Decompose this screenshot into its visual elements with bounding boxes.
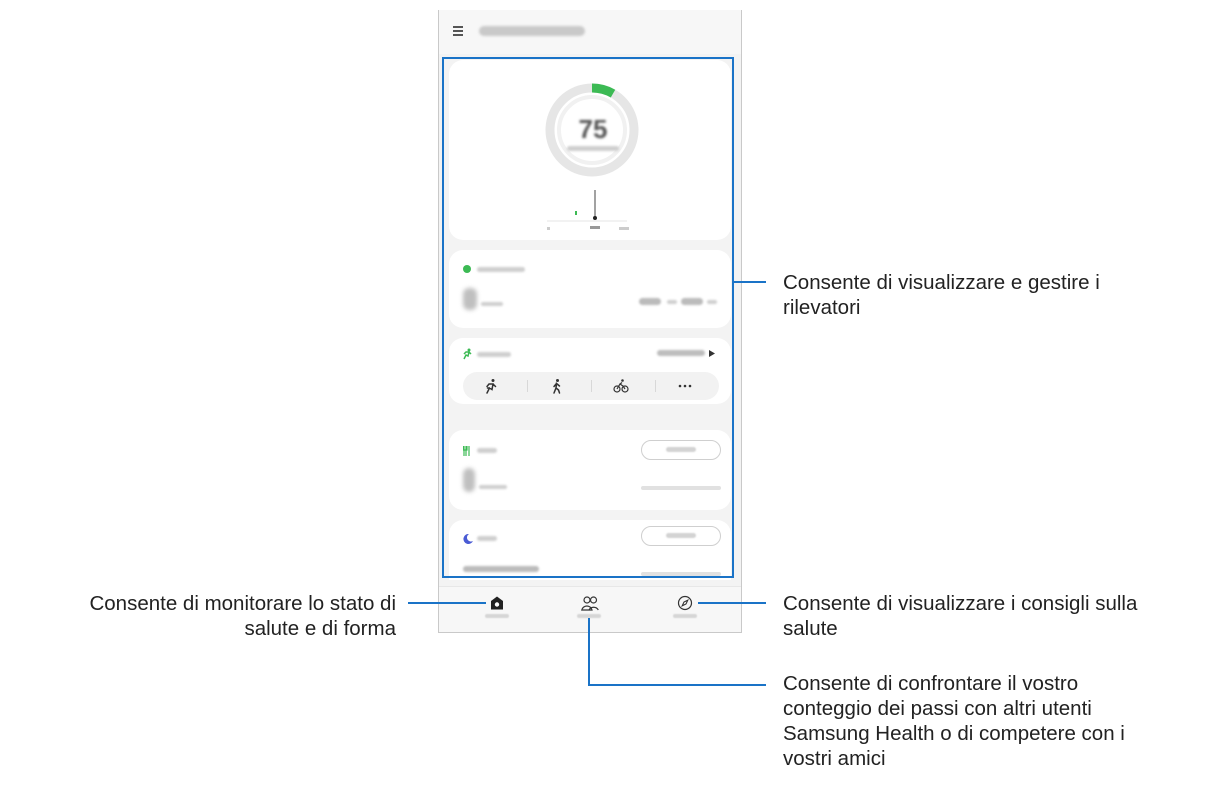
callout-line-discover [698,602,766,604]
callout-line-home [408,602,486,604]
nav-discover-label-blurred [673,614,697,618]
callout-together-line-4: vostri amici [783,747,886,770]
callout-discover-line-1: Consente di visualizzare i consigli sull… [783,592,1138,615]
compass-icon [677,595,693,611]
callout-home-line-1: Consente di monitorare lo stato di [89,592,396,615]
bottom-navigation [439,586,741,632]
callout-together-line-3: Samsung Health o di competere con i [783,722,1125,745]
callout-trackers: Consente di visualizzare e gestire i ril… [783,270,1203,320]
app-bar [439,10,741,54]
home-icon [491,596,503,610]
nav-discover[interactable] [655,591,715,627]
callout-discover-line-2: salute [783,617,838,640]
callout-together: Consente di confrontare il vostro conteg… [783,671,1203,771]
callout-trackers-line-1: Consente di visualizzare e gestire i [783,271,1100,294]
callout-line-together-v [588,618,590,686]
callout-home-line-2: salute e di forma [244,617,396,640]
nav-home-label-blurred [485,614,509,618]
app-title-blurred [479,26,585,36]
callout-trackers-line-2: rilevatori [783,296,861,319]
callout-line-together-h [588,684,766,686]
nav-home[interactable] [467,591,527,627]
callout-home: Consente di monitorare lo stato di salut… [0,591,396,641]
callout-line-trackers [734,281,766,283]
callout-together-line-2: conteggio dei passi con altri utenti [783,697,1092,720]
callout-discover: Consente di visualizzare i consigli sull… [783,591,1213,641]
trackers-highlight [442,57,734,578]
callout-together-line-1: Consente di confrontare il vostro [783,672,1079,695]
menu-icon[interactable] [453,26,463,36]
people-icon [581,596,599,611]
